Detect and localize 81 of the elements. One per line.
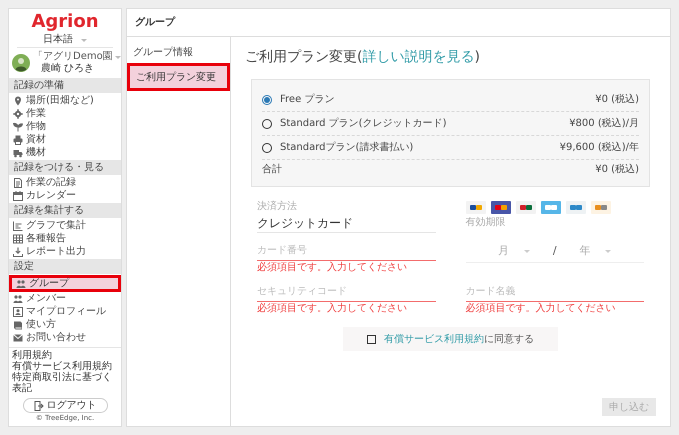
section-header: 記録を集計する [9, 203, 121, 218]
sidebar-item[interactable]: 場所(田畑など) [9, 94, 121, 107]
card-icon [540, 201, 560, 214]
caret-icon [81, 38, 87, 42]
input-field[interactable]: カード番号 [257, 241, 436, 261]
agreement-text: 有償サービス利用規約に同意する [384, 332, 534, 346]
sidebar-item[interactable]: カレンダー [9, 189, 121, 202]
document-icon [13, 178, 23, 188]
sidebar-item[interactable]: 使い方 [9, 318, 121, 331]
people-icon [16, 278, 26, 288]
avatar-icon [12, 54, 30, 72]
download-icon [13, 246, 23, 256]
printer-icon [13, 134, 23, 144]
chart-icon [13, 220, 23, 230]
input-field[interactable]: セキュリティコード [257, 282, 436, 302]
select-field[interactable]: 年 [579, 243, 596, 260]
card-icon [566, 201, 586, 214]
footer-link[interactable]: 特定商取引法に基づく表記 [12, 372, 118, 394]
total-value: ¥0 (税込) [595, 162, 639, 176]
input-field[interactable]: カード名義 [466, 282, 644, 302]
door-icon [34, 400, 44, 410]
people-icon [13, 294, 23, 304]
plan-name: Free プラン [280, 92, 334, 107]
payment-select[interactable]: クレジットカード [257, 213, 436, 233]
plan-name: Standardプラン(請求書払い) [280, 140, 414, 155]
sidebar-item[interactable]: お問い合わせ [9, 331, 121, 344]
language-select[interactable]: 日本語 [43, 34, 87, 46]
card-icon [516, 201, 536, 214]
section-header: 記録の準備 [9, 78, 121, 93]
sidebar-item[interactable]: 資材 [9, 133, 121, 146]
sidebar-item[interactable]: メンバー [9, 292, 121, 305]
sidebar-item[interactable]: 作物 [9, 120, 121, 133]
profile-card-icon [13, 306, 23, 316]
sidebar-item[interactable]: レポート出力 [9, 245, 121, 258]
caret-icon [524, 249, 530, 254]
field-label: 決済方法 [257, 201, 298, 213]
caret-icon [605, 249, 612, 254]
plan-name: Standard プラン(クレジットカード) [280, 116, 446, 131]
radio-button[interactable] [262, 142, 272, 152]
submenu-item[interactable]: グループ情報 [127, 41, 230, 63]
checkbox[interactable] [367, 334, 376, 344]
sprout-icon [13, 122, 23, 132]
card-icon [490, 201, 510, 214]
section-header: 記録をつける・見る [9, 160, 121, 175]
group-name: 「アグリDemo園 [33, 51, 113, 62]
sidebar-item[interactable]: 作業の記録 [9, 176, 121, 189]
sidebar-item[interactable]: マイプロフィール [9, 305, 121, 318]
sidebar-item[interactable]: 作業 [9, 107, 121, 120]
sidebar-item[interactable]: 各種報告 [9, 232, 121, 245]
card-icon [590, 201, 610, 214]
radio-button[interactable] [262, 94, 272, 104]
sidebar-item[interactable]: グラフで集計 [9, 219, 121, 232]
field-label: 有効期限 [466, 217, 506, 229]
sidebar-item[interactable]: 機材 [9, 146, 121, 159]
page-title: グループ [127, 9, 670, 37]
logout-button[interactable]: ログアウト [22, 398, 108, 413]
plan-price: ¥0 (税込) [595, 92, 639, 107]
card-icon [466, 201, 486, 214]
envelope-icon [13, 332, 23, 342]
error-message: 必須項目です。入力してください [257, 262, 408, 274]
user-name: 農崎 ひろき [40, 63, 96, 75]
footer-link[interactable]: 利用規約 [12, 350, 118, 361]
total-label: 合計 [262, 162, 282, 176]
logo: Agrion [31, 11, 99, 33]
sidebar-item[interactable]: グループ [9, 275, 121, 292]
submenu-item[interactable]: ご利用プラン変更 [127, 63, 230, 91]
page-heading: ご利用プラン変更(詳しい説明を見る) [245, 48, 481, 67]
footer-link[interactable]: 有償サービス利用規約 [12, 361, 118, 372]
date-separator: / [552, 243, 557, 260]
pin-icon [13, 96, 23, 106]
error-message: 必須項目です。入力してください [257, 303, 408, 315]
radio-button[interactable] [262, 118, 272, 128]
section-header: 設定 [9, 259, 121, 274]
error-message: 必須項目です。入力してください [466, 303, 616, 315]
plan-price: ¥800 (税込)/月 [569, 116, 639, 131]
truck-icon [13, 148, 23, 158]
table-icon [13, 234, 23, 244]
plan-price: ¥9,600 (税込)/年 [560, 140, 639, 155]
caret-icon [114, 54, 121, 60]
calendar-icon [13, 190, 23, 200]
select-field[interactable]: 月 [498, 243, 514, 260]
